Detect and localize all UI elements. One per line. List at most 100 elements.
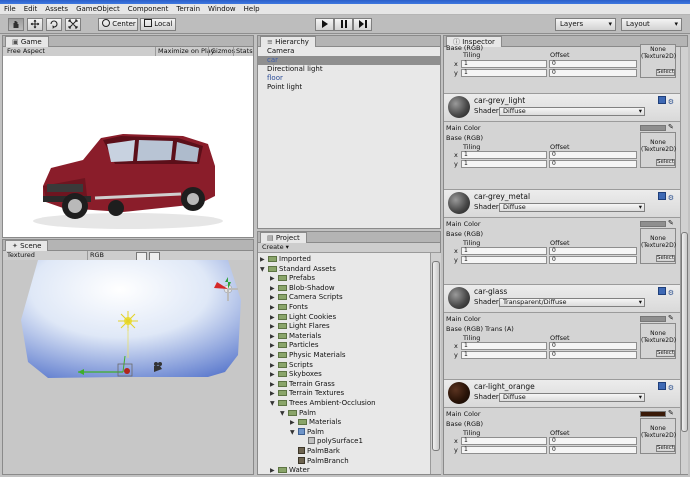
eyedropper-icon[interactable]: ✎ xyxy=(668,123,674,131)
pivot-space-button[interactable]: Local xyxy=(140,18,176,31)
eyedropper-icon[interactable]: ✎ xyxy=(668,219,674,227)
project-item[interactable]: PalmBark xyxy=(290,447,340,456)
move-tool-button[interactable] xyxy=(27,18,43,31)
offset-x-field[interactable]: 0 xyxy=(549,342,637,350)
offset-y-field[interactable]: 0 xyxy=(549,446,637,454)
select-texture-button[interactable]: Select xyxy=(656,350,675,357)
select-texture-button[interactable]: Select xyxy=(656,255,675,262)
project-item[interactable]: polySurface1 xyxy=(300,437,363,446)
settings-gear-icon[interactable]: ⚙ xyxy=(668,289,674,297)
hand-tool-button[interactable] xyxy=(8,18,24,31)
shader-dropdown[interactable]: Diffuse xyxy=(499,107,645,116)
stats-toggle[interactable]: Stats xyxy=(233,47,253,56)
expand-right-icon[interactable]: ▶ xyxy=(270,466,278,474)
project-item[interactable]: ▶ Physic Materials xyxy=(270,351,346,360)
menu-help[interactable]: Help xyxy=(240,4,264,14)
tiling-x-field[interactable]: 1 xyxy=(461,151,547,159)
tiling-x-field[interactable]: 1 xyxy=(461,342,547,350)
hierarchy-item-floor[interactable]: floor xyxy=(267,74,283,83)
inspector-scroll-thumb[interactable] xyxy=(681,232,688,432)
project-item[interactable]: ▶ Particles xyxy=(270,341,319,350)
maximize-on-play-toggle[interactable]: Maximize on Play xyxy=(155,47,215,56)
aspect-dropdown[interactable]: Free Aspect xyxy=(7,47,45,56)
project-item[interactable]: ▼ Palm xyxy=(290,427,324,437)
project-item[interactable]: ▶ Imported xyxy=(260,255,311,264)
project-item[interactable]: ▼ Trees Ambient-Occlusion xyxy=(270,399,376,408)
offset-x-field[interactable]: 0 xyxy=(549,247,637,255)
scene-viewport[interactable] xyxy=(3,260,253,474)
project-item[interactable]: PalmBranch xyxy=(290,456,349,466)
expand-right-icon[interactable]: ▶ xyxy=(260,255,268,264)
create-dropdown[interactable]: Create ▾ xyxy=(262,243,289,252)
hierarchy-item-camera[interactable]: Camera xyxy=(267,47,294,56)
partial-texture-slot[interactable]: None (Texture2D) Select xyxy=(640,44,676,78)
expand-right-icon[interactable]: ▶ xyxy=(270,361,278,370)
project-item[interactable]: ▶ Light Flares xyxy=(270,322,330,331)
project-item[interactable]: ▶ Light Cookies xyxy=(270,313,336,322)
expand-down-icon[interactable]: ▼ xyxy=(260,265,268,274)
select-texture-button[interactable]: Select xyxy=(656,445,675,452)
expand-right-icon[interactable]: ▶ xyxy=(270,303,278,312)
expand-right-icon[interactable]: ▶ xyxy=(270,313,278,322)
tiling-y-field[interactable]: 1 xyxy=(461,351,547,359)
hierarchy-item-car[interactable]: car xyxy=(267,56,278,65)
project-item[interactable]: ▶ Scripts xyxy=(270,361,313,370)
expand-right-icon[interactable]: ▶ xyxy=(270,284,278,293)
menu-edit[interactable]: Edit xyxy=(20,4,42,14)
project-item[interactable]: ▶ Water xyxy=(270,466,310,474)
expand-right-icon[interactable]: ▶ xyxy=(270,322,278,331)
menu-component[interactable]: Component xyxy=(124,4,173,14)
expand-right-icon[interactable]: ▶ xyxy=(270,351,278,360)
help-icon[interactable] xyxy=(657,382,666,390)
settings-gear-icon[interactable]: ⚙ xyxy=(668,98,674,106)
hierarchy-item-directional-light[interactable]: Directional light xyxy=(267,65,323,74)
eyedropper-icon[interactable]: ✎ xyxy=(668,314,674,322)
tab-hierarchy[interactable]: ≡ Hierarchy xyxy=(260,36,316,47)
settings-gear-icon[interactable]: ⚙ xyxy=(668,384,674,392)
expand-down-icon[interactable]: ▼ xyxy=(270,399,278,408)
project-scrollbar[interactable] xyxy=(430,253,441,474)
expand-right-icon[interactable]: ▶ xyxy=(270,341,278,350)
main-color-swatch[interactable] xyxy=(640,411,666,417)
help-icon[interactable] xyxy=(657,192,666,200)
shader-dropdown[interactable]: Diffuse xyxy=(499,203,645,212)
texture-slot[interactable]: None (Texture2D) Select xyxy=(640,418,676,454)
project-item[interactable]: ▶ Camera Scripts xyxy=(270,293,343,302)
expand-down-icon[interactable]: ▼ xyxy=(280,409,288,418)
tiling-y-field[interactable]: 1 xyxy=(461,160,547,168)
game-viewport[interactable] xyxy=(3,56,253,237)
menu-assets[interactable]: Assets xyxy=(41,4,72,14)
project-item[interactable]: ▶ Materials xyxy=(270,332,321,341)
eyedropper-icon[interactable]: ✎ xyxy=(668,409,674,417)
expand-right-icon[interactable]: ▶ xyxy=(270,332,278,341)
offset-y-field[interactable]: 0 xyxy=(549,160,637,168)
offset-y-field[interactable]: 0 xyxy=(549,256,637,264)
menu-window[interactable]: Window xyxy=(204,4,240,14)
rotate-tool-button[interactable] xyxy=(46,18,62,31)
expand-right-icon[interactable]: ▶ xyxy=(270,389,278,398)
settings-gear-icon[interactable]: ⚙ xyxy=(668,194,674,202)
color-mode-dropdown[interactable]: RGB xyxy=(87,251,104,260)
partial-offset-y[interactable]: 0 xyxy=(549,69,637,77)
menu-terrain[interactable]: Terrain xyxy=(172,4,204,14)
expand-right-icon[interactable]: ▶ xyxy=(270,293,278,302)
project-item[interactable]: ▶ Materials xyxy=(290,418,341,427)
texture-slot[interactable]: None (Texture2D) Select xyxy=(640,228,676,264)
texture-slot[interactable]: None (Texture2D) Select xyxy=(640,323,676,359)
project-item[interactable]: ▶ Fonts xyxy=(270,303,308,312)
help-icon[interactable] xyxy=(657,96,666,104)
project-item[interactable]: ▶ Prefabs xyxy=(270,274,315,283)
main-color-swatch[interactable] xyxy=(640,125,666,131)
expand-down-icon[interactable]: ▼ xyxy=(290,428,298,437)
partial-tiling-y[interactable]: 1 xyxy=(461,69,547,77)
expand-right-icon[interactable]: ▶ xyxy=(270,370,278,379)
tab-project[interactable]: ▤ Project xyxy=(260,232,307,243)
tab-game[interactable]: ▣ Game xyxy=(5,36,49,47)
inspector-scrollbar[interactable] xyxy=(680,47,688,474)
partial-offset-x[interactable]: 0 xyxy=(549,60,637,68)
main-color-swatch[interactable] xyxy=(640,221,666,227)
tiling-y-field[interactable]: 1 xyxy=(461,446,547,454)
pause-button[interactable] xyxy=(334,18,353,31)
shader-dropdown[interactable]: Transparent/Diffuse xyxy=(499,298,645,307)
expand-right-icon[interactable]: ▶ xyxy=(290,418,298,427)
